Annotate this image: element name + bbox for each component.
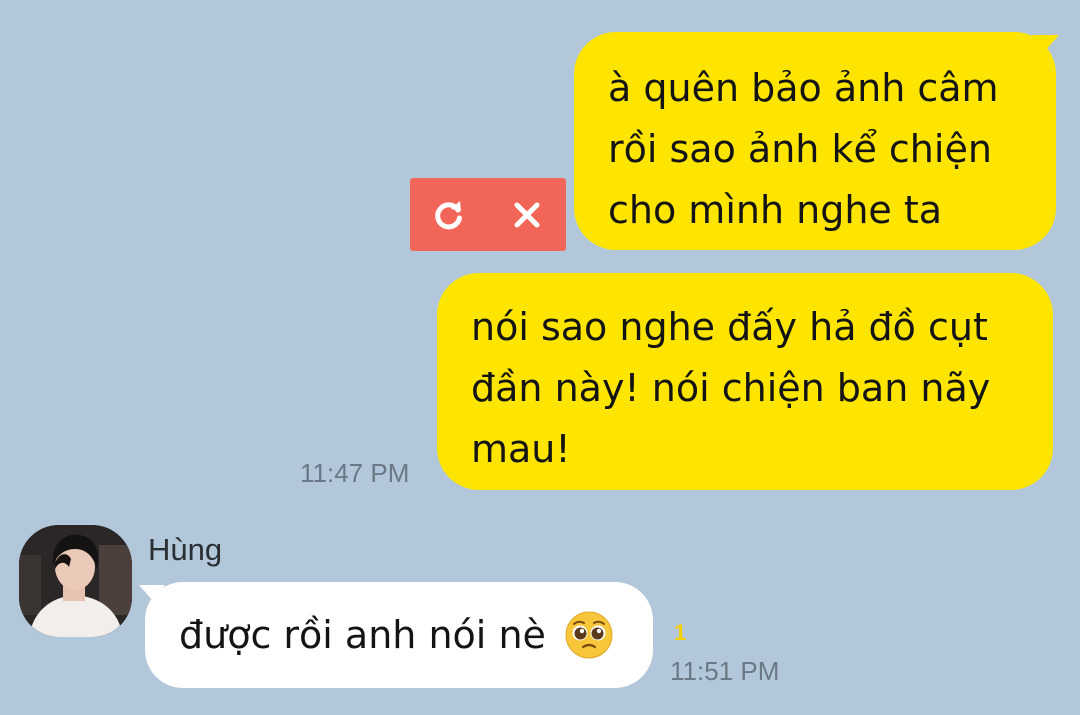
chat-view: à quên bảo ảnh câm rồi sao ảnh kể chiện … — [0, 0, 1080, 715]
message-timestamp: 11:51 PM — [670, 656, 780, 686]
resend-button[interactable] — [410, 178, 488, 251]
message-line: à quên bảo ảnh câm — [608, 66, 999, 110]
delete-button[interactable] — [488, 178, 566, 251]
unread-count: 1 — [674, 620, 687, 645]
message-line: mau! — [471, 427, 571, 471]
close-icon — [514, 202, 540, 227]
message-line: nói sao nghe đấy hả đồ cụt — [471, 305, 988, 349]
outgoing-message-bubble[interactable]: nói sao nghe đấy hả đồ cụt đần này! nói … — [437, 273, 1053, 490]
sender-name[interactable]: Hùng — [148, 532, 222, 568]
incoming-message-bubble[interactable]: được rồi anh nói nè — [145, 582, 653, 688]
message-line: đần này! nói chiện ban nãy — [471, 366, 991, 410]
failed-message-controls — [410, 178, 566, 251]
pleading-face-emoji — [565, 611, 613, 658]
message-timestamp: 11:47 PM — [300, 458, 410, 488]
message-line: rồi sao ảnh kể chiện — [608, 127, 992, 171]
message-text: được rồi anh nói nè — [179, 613, 546, 657]
retry-icon — [435, 200, 462, 229]
profile-photo — [19, 525, 132, 637]
outgoing-message-bubble[interactable]: à quên bảo ảnh câm rồi sao ảnh kể chiện … — [574, 32, 1056, 250]
message-line: cho mình nghe ta — [608, 188, 943, 232]
avatar[interactable] — [19, 525, 132, 637]
